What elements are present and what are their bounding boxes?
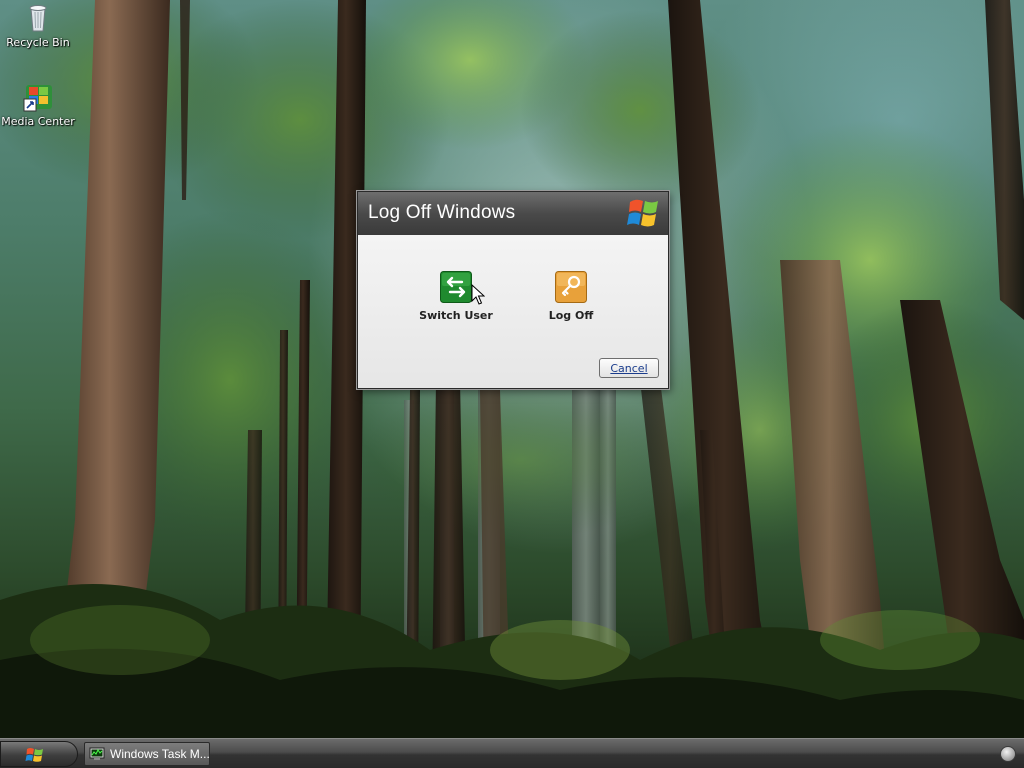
desktop-icon-recycle-bin[interactable]: Recycle Bin <box>0 2 76 49</box>
desktop-icon-media-center[interactable]: Media Center <box>0 81 76 128</box>
taskbar-item-label: Windows Task M... <box>110 747 209 761</box>
switch-user-button[interactable]: Switch User <box>406 271 506 322</box>
log-off-label: Log Off <box>548 309 594 322</box>
windows-flag-icon <box>25 748 43 762</box>
dialog-header: Log Off Windows <box>358 192 668 235</box>
recycle-bin-label: Recycle Bin <box>6 36 70 49</box>
cancel-button[interactable]: Cancel <box>599 358 659 378</box>
recycle-bin-icon <box>29 5 47 32</box>
log-off-key-icon <box>555 271 587 303</box>
dialog-title: Log Off Windows <box>368 202 516 223</box>
task-manager-icon <box>89 747 105 760</box>
switch-user-icon <box>440 271 472 303</box>
log-off-dialog: Log Off Windows Switch User Log Off Canc… <box>357 191 669 389</box>
log-off-button[interactable]: Log Off <box>521 271 621 322</box>
dialog-body: Switch User Log Off Cancel <box>358 235 668 388</box>
media-center-label: Media Center <box>1 115 75 128</box>
switch-user-label: Switch User <box>419 309 493 322</box>
taskbar: Windows Task M... <box>0 738 1024 768</box>
taskbar-item-task-manager[interactable]: Windows Task M... <box>84 742 210 766</box>
start-button[interactable] <box>0 741 78 767</box>
windows-xp-logo-icon <box>627 199 658 227</box>
media-center-icon <box>23 85 52 112</box>
tray-circle-icon[interactable] <box>1000 746 1016 762</box>
